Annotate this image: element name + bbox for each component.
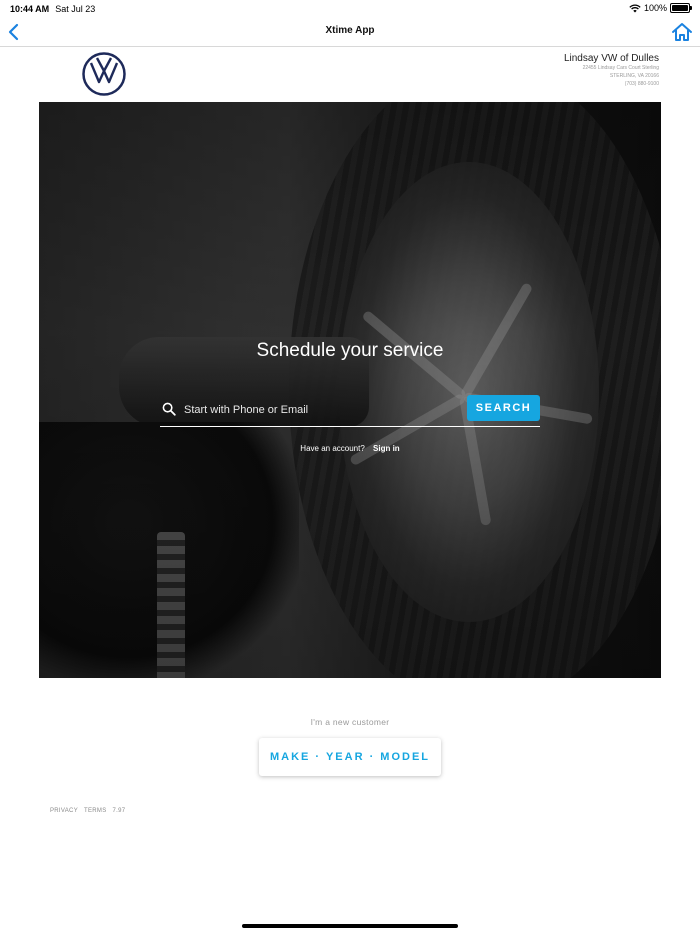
hero-title: Schedule your service <box>256 340 444 361</box>
make-year-model-button[interactable]: MAKE · YEAR · MODEL <box>259 738 441 776</box>
battery-percent: 100% <box>643 3 667 13</box>
home-indicator[interactable] <box>242 924 458 928</box>
privacy-link[interactable]: PRIVACY <box>50 808 78 814</box>
status-time: 10:44 AM <box>10 4 50 14</box>
status-date: Sat Jul 23 <box>55 4 96 14</box>
dealer-address-line2: STERLING, VA 20166 <box>609 73 659 79</box>
dealer-info: Lindsay VW of Dulles 22455 Lindsay Cars … <box>564 53 659 88</box>
terms-link[interactable]: TERMS <box>84 808 107 814</box>
status-right: 100% <box>629 3 692 13</box>
dealer-name: Lindsay VW of Dulles <box>563 53 659 64</box>
search-button[interactable]: SEARCH <box>467 395 540 421</box>
hero-banner: Schedule your service SEARCH Have an acc… <box>39 102 661 678</box>
dealer-address-line1: 22455 Lindsay Cars Court Sterling <box>582 65 659 71</box>
version-label: 7.97 <box>112 808 126 814</box>
sign-in-link[interactable]: Sign in <box>373 444 400 453</box>
home-icon[interactable] <box>670 20 694 44</box>
nav-bar: Xtime App <box>0 18 700 47</box>
new-customer-label: I'm a new customer <box>310 717 390 727</box>
status-bar: 10:44 AM Sat Jul 23 100% <box>0 0 700 18</box>
battery-icon <box>670 3 692 13</box>
account-prompt-text: Have an account? <box>300 444 365 453</box>
wifi-icon <box>629 3 641 12</box>
vw-logo-icon <box>82 52 126 96</box>
status-left: 10:44 AM Sat Jul 23 <box>10 4 95 14</box>
footer: PRIVACY TERMS 7.97 <box>50 808 125 814</box>
search-icon <box>162 402 176 416</box>
account-prompt-row: Have an account? Sign in <box>39 444 661 453</box>
hero-overlay <box>39 102 661 678</box>
phone-email-input[interactable] <box>182 398 456 422</box>
search-bar: SEARCH <box>160 394 540 427</box>
nav-title: Xtime App <box>325 25 375 36</box>
dealer-phone: (703) 880-9100 <box>624 81 659 87</box>
